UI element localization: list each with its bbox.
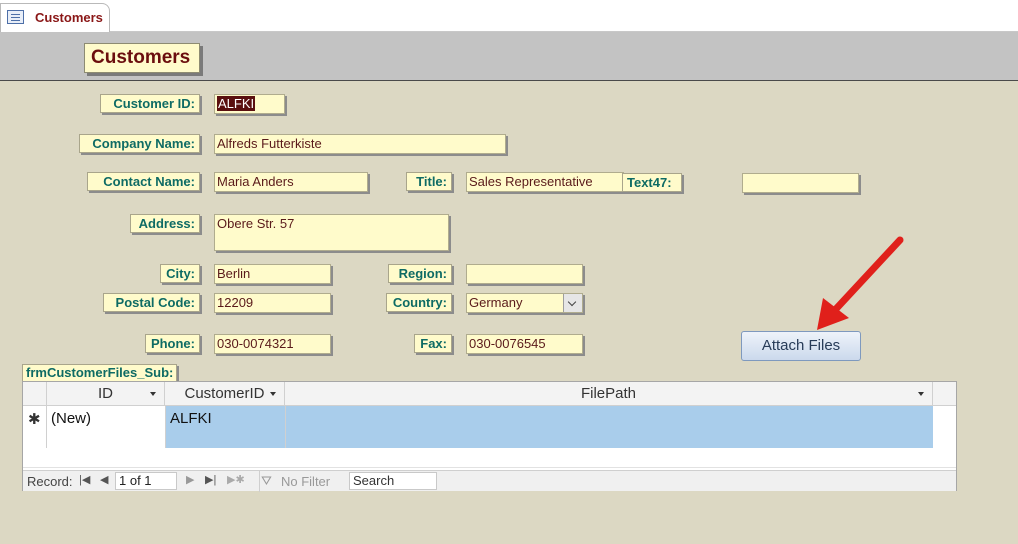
customer-id-field[interactable]: ALFKI — [214, 94, 285, 114]
record-label: Record: — [27, 474, 73, 489]
filter-icon[interactable]: ⛛ — [261, 473, 272, 489]
city-field[interactable]: Berlin — [214, 264, 331, 284]
new-row-customerid-cell[interactable]: ALFKI — [165, 406, 285, 448]
column-header-id[interactable]: ID — [47, 382, 165, 406]
red-arrow-icon — [817, 236, 904, 330]
company-name-label: Company Name: — [79, 134, 200, 153]
form-icon — [7, 10, 24, 24]
country-combo[interactable]: Germany — [466, 293, 583, 313]
column-dropdown-icon[interactable] — [918, 392, 924, 396]
customer-id-label: Customer ID: — [100, 94, 200, 113]
new-row-id-cell[interactable]: (New) — [47, 406, 165, 448]
nav-divider — [259, 471, 260, 492]
column-dropdown-icon[interactable] — [150, 392, 156, 396]
current-record-field[interactable]: 1 of 1 — [115, 472, 177, 490]
fax-field[interactable]: 030-0076545 — [466, 334, 583, 354]
customer-files-datasheet: ID CustomerID FilePath ✱ (New) ALFKI Rec… — [22, 381, 957, 492]
tab-title: Customers — [35, 10, 103, 25]
tab-customers[interactable]: Customers — [0, 3, 110, 32]
select-all-corner[interactable] — [23, 382, 47, 406]
subform-label: frmCustomerFiles_Sub: — [22, 364, 178, 382]
last-record-icon[interactable]: ▶| — [205, 471, 216, 490]
column-header-customerid[interactable]: CustomerID — [165, 382, 285, 406]
region-field[interactable] — [466, 264, 583, 284]
new-record-icon: ✱ — [28, 411, 41, 428]
new-record-selector[interactable]: ✱ — [23, 406, 47, 448]
document-tab-strip — [0, 0, 1018, 32]
address-field[interactable]: Obere Str. 57 — [214, 214, 449, 251]
phone-field[interactable]: 030-0074321 — [214, 334, 331, 354]
column-dropdown-icon[interactable] — [270, 392, 276, 396]
previous-record-icon[interactable]: ◀ — [100, 471, 108, 490]
contact-name-label: Contact Name: — [87, 172, 200, 191]
first-record-icon[interactable]: |◀ — [79, 471, 90, 490]
text47-field[interactable] — [742, 173, 859, 193]
chevron-down-icon[interactable] — [563, 294, 582, 312]
record-navigation-bar: Record: |◀ ◀ 1 of 1 ▶ ▶| ▶✱ ⛛ No Filter … — [23, 470, 956, 492]
search-input[interactable]: Search — [349, 472, 437, 490]
postal-code-label: Postal Code: — [103, 293, 200, 312]
region-label: Region: — [388, 264, 452, 283]
phone-label: Phone: — [145, 334, 200, 353]
city-label: City: — [160, 264, 200, 283]
no-filter-button[interactable]: No Filter — [281, 474, 330, 489]
datasheet-empty-area — [23, 448, 956, 468]
text47-label: Text47: — [622, 173, 682, 192]
fax-label: Fax: — [414, 334, 452, 353]
column-header-filepath[interactable]: FilePath — [285, 382, 933, 406]
new-record-icon[interactable]: ▶✱ — [227, 471, 245, 490]
form-title: Customers — [84, 43, 200, 73]
country-label: Country: — [386, 293, 452, 312]
attach-files-button[interactable]: Attach Files — [741, 331, 861, 361]
title-label: Title: — [406, 172, 452, 191]
title-field[interactable]: Sales Representative — [466, 172, 624, 192]
next-record-icon[interactable]: ▶ — [186, 471, 194, 490]
company-name-field[interactable]: Alfreds Futterkiste — [214, 134, 506, 154]
postal-code-field[interactable]: 12209 — [214, 293, 331, 313]
contact-name-field[interactable]: Maria Anders — [214, 172, 368, 192]
new-row-filepath-cell[interactable] — [285, 406, 933, 448]
address-label: Address: — [130, 214, 200, 233]
